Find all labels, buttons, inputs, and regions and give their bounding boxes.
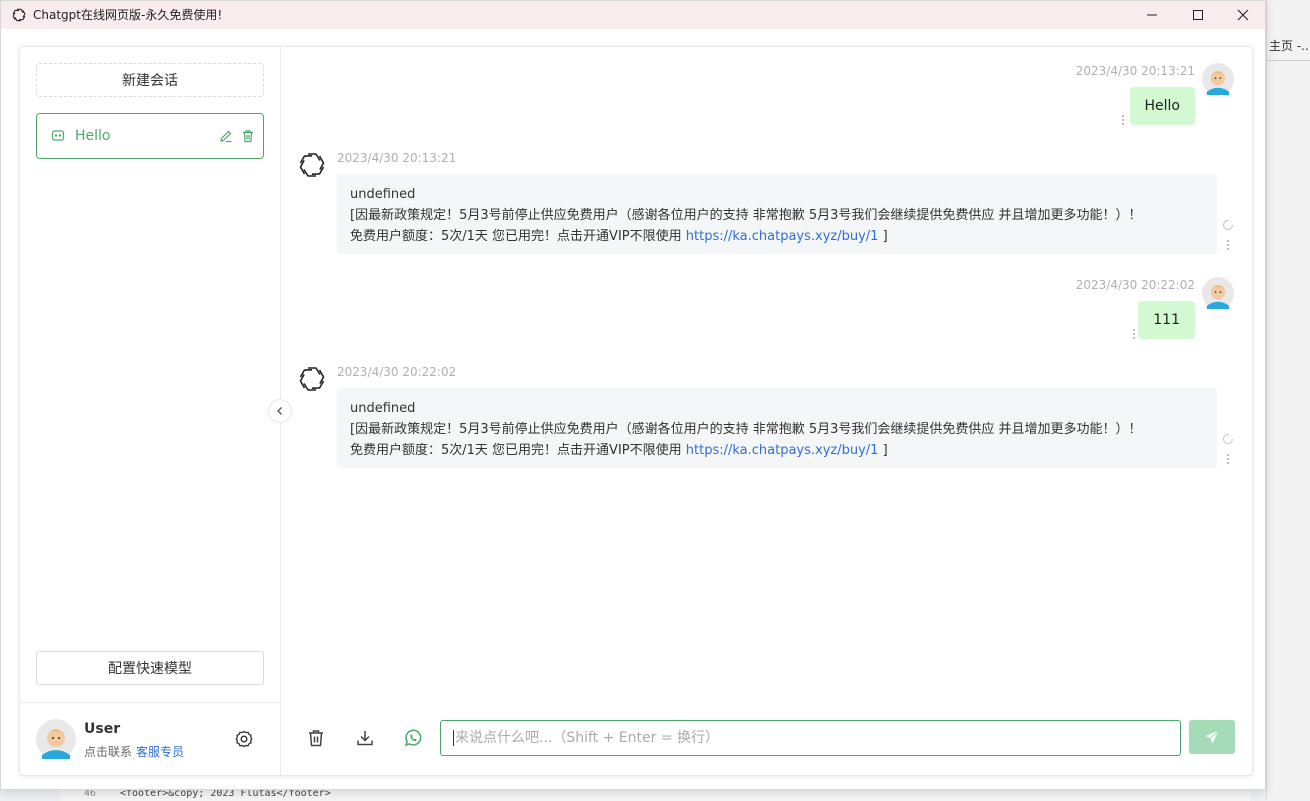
more-icon[interactable] xyxy=(1132,328,1136,340)
sidebar: 新建会话 Hello 配置快速模型 User 点击联系 客服专员 xyxy=(20,47,281,775)
message-icon xyxy=(51,130,65,141)
user-avatar[interactable] xyxy=(36,719,76,759)
message-line: undefined xyxy=(350,401,416,416)
message-timestamp: 2023/4/30 20:22:02 xyxy=(337,365,457,379)
chat-area: 2023/4/30 20:13:21 Hello 2023/4/30 20:13… xyxy=(281,47,1252,775)
maximize-button[interactable] xyxy=(1175,1,1221,29)
chat-app: 新建会话 Hello 配置快速模型 User 点击联系 客服专员 2023/4/… xyxy=(19,46,1253,776)
message-line: undefined xyxy=(350,187,416,202)
assistant-message: undefined [因最新政策规定！5月3号前停止供应免费用户（感谢各位用户的… xyxy=(337,174,1217,254)
message-line: [因最新政策规定！5月3号前停止供应免费用户（感谢各位用户的支持 非常抱歉 5月… xyxy=(350,422,1142,437)
message-input[interactable]: 来说点什么吧...（Shift + Enter = 换行） xyxy=(440,720,1181,756)
background-tab[interactable]: 主页 -... xyxy=(1267,32,1310,60)
refresh-icon[interactable] xyxy=(1222,433,1234,445)
message-line: 免费用户额度：5次/1天 您已用完！点击开通VIP不限使用 https://ka… xyxy=(350,226,1204,247)
download-icon[interactable] xyxy=(355,728,375,748)
user-panel: User 点击联系 客服专员 xyxy=(20,702,280,776)
vip-link[interactable]: https://ka.chatpays.xyz/buy/1 xyxy=(686,229,879,244)
app-window: Chatgpt在线网页版-永久免费使用! 新建会话 Hello 配置快速模型 U… xyxy=(0,0,1266,790)
conversation-item[interactable]: Hello xyxy=(36,113,264,159)
config-model-button[interactable]: 配置快速模型 xyxy=(36,651,264,685)
refresh-icon[interactable] xyxy=(1222,219,1234,231)
minimize-button[interactable] xyxy=(1129,1,1175,29)
whatsapp-icon[interactable] xyxy=(403,728,423,748)
user-message: Hello xyxy=(1129,87,1195,125)
vip-link[interactable]: https://ka.chatpays.xyz/buy/1 xyxy=(686,443,879,458)
user-contact: 点击联系 客服专员 xyxy=(84,743,184,760)
title-bar: Chatgpt在线网页版-永久免费使用! xyxy=(1,1,1265,29)
maximize-icon xyxy=(1193,10,1203,20)
background-window: 主页 -... xyxy=(1266,0,1310,800)
user-avatar xyxy=(1202,277,1234,309)
user-message: 111 xyxy=(1138,301,1195,339)
clear-chat-icon[interactable] xyxy=(306,728,326,748)
user-contact-text: 点击联系 xyxy=(84,745,133,759)
text-caret xyxy=(453,730,454,746)
close-icon xyxy=(1237,9,1249,21)
send-icon xyxy=(1205,730,1219,744)
message-timestamp: 2023/4/30 20:22:02 xyxy=(1075,278,1195,292)
message-text: 免费用户额度：5次/1天 您已用完！点击开通VIP不限使用 xyxy=(350,229,686,244)
message-timestamp: 2023/4/30 20:13:21 xyxy=(337,151,457,165)
send-button[interactable] xyxy=(1189,720,1235,754)
message-line: [因最新政策规定！5月3号前停止供应免费用户（感谢各位用户的支持 非常抱歉 5月… xyxy=(350,208,1142,223)
openai-logo-icon xyxy=(12,8,26,22)
message-text: ] xyxy=(878,229,888,244)
delete-icon[interactable] xyxy=(241,129,255,143)
assistant-message: undefined [因最新政策规定！5月3号前停止供应免费用户（感谢各位用户的… xyxy=(337,388,1217,468)
message-timestamp: 2023/4/30 20:13:21 xyxy=(1075,64,1195,78)
more-icon[interactable] xyxy=(1226,239,1230,251)
collapse-sidebar-button[interactable] xyxy=(268,399,292,423)
edit-icon[interactable] xyxy=(219,129,233,143)
message-text: ] xyxy=(878,443,888,458)
message-text: 免费用户额度：5次/1天 您已用完！点击开通VIP不限使用 xyxy=(350,443,686,458)
chatgpt-logo-icon xyxy=(299,367,325,391)
conversation-label: Hello xyxy=(75,128,111,144)
minimize-icon xyxy=(1147,14,1157,16)
new-chat-button[interactable]: 新建会话 xyxy=(36,63,264,97)
user-name: User xyxy=(84,721,121,737)
user-avatar xyxy=(1202,63,1234,95)
background-divider xyxy=(1267,60,1310,61)
chevron-left-icon xyxy=(277,407,282,415)
window-title: Chatgpt在线网页版-永久免费使用! xyxy=(33,8,223,22)
message-line: 免费用户额度：5次/1天 您已用完！点击开通VIP不限使用 https://ka… xyxy=(350,440,1204,461)
chatgpt-logo-icon xyxy=(299,153,325,177)
more-icon[interactable] xyxy=(1121,114,1125,126)
input-placeholder: 来说点什么吧...（Shift + Enter = 换行） xyxy=(455,730,720,746)
gear-icon[interactable] xyxy=(234,729,254,749)
support-link[interactable]: 客服专员 xyxy=(136,745,184,759)
more-icon[interactable] xyxy=(1226,453,1230,465)
close-button[interactable] xyxy=(1220,1,1266,29)
